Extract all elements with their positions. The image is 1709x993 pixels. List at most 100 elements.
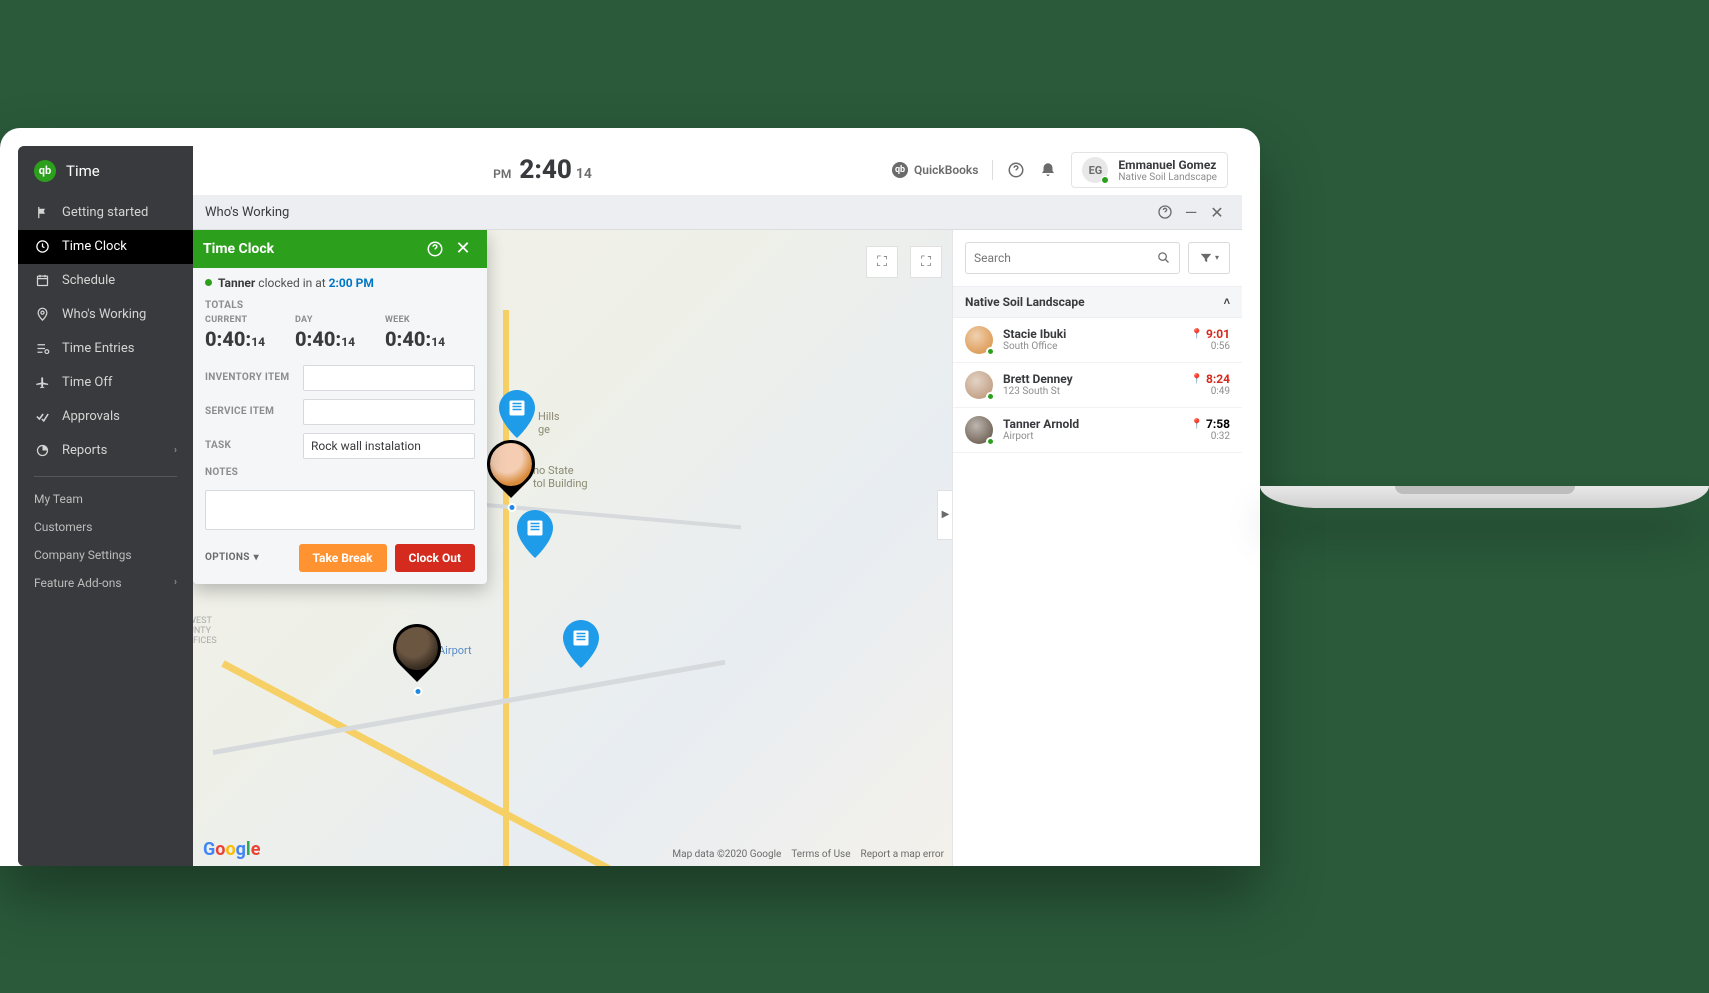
user-meta: Emmanuel Gomez Native Soil Landscape bbox=[1118, 158, 1217, 183]
group-name: Native Soil Landscape bbox=[965, 295, 1085, 309]
totals-label: TOTALS bbox=[193, 296, 487, 315]
nav-company-settings[interactable]: Company Settings bbox=[18, 541, 193, 569]
total-seconds: 14 bbox=[251, 335, 265, 349]
nav-label: Approvals bbox=[62, 409, 120, 424]
total-day: DAY0:40:14 bbox=[295, 315, 385, 351]
task-input[interactable] bbox=[303, 433, 475, 459]
worker-name: Brett Denney bbox=[1003, 372, 1181, 386]
nav-getting-started[interactable]: Getting started bbox=[18, 196, 193, 230]
total-label: CURRENT bbox=[205, 315, 295, 325]
main-nav: Getting started Time Clock Schedule Who'… bbox=[18, 196, 193, 468]
worker-location: 123 South St bbox=[1003, 386, 1181, 397]
map-decoration bbox=[221, 660, 683, 866]
take-break-button[interactable]: Take Break bbox=[299, 544, 387, 572]
total-value: 0:40: bbox=[205, 327, 251, 351]
nav-time-clock[interactable]: Time Clock bbox=[18, 230, 193, 264]
nav-label: Time Clock bbox=[62, 239, 127, 254]
worker-main: Tanner ArnoldAirport bbox=[1003, 417, 1181, 442]
card-help-icon[interactable] bbox=[421, 235, 449, 263]
notes-input[interactable] bbox=[205, 490, 475, 530]
brand-icon: qb bbox=[34, 160, 56, 182]
pie-icon bbox=[34, 443, 50, 459]
panel-minimize-icon[interactable]: — bbox=[1178, 199, 1204, 225]
service-row: SERVICE ITEM bbox=[193, 395, 487, 429]
map-fullscreen-icon[interactable]: ⛶ bbox=[866, 246, 898, 278]
quickbooks-link[interactable]: qb QuickBooks bbox=[892, 162, 978, 178]
map-label: WEST UNTY FFICES bbox=[193, 616, 217, 646]
map-data-text: Map data ©2020 Google bbox=[672, 849, 781, 860]
nav-whos-working[interactable]: Who's Working bbox=[18, 298, 193, 332]
total-current: CURRENT 0:40:14 bbox=[205, 315, 295, 351]
chevron-down-icon: ▾ bbox=[1215, 253, 1219, 262]
map-drawer-toggle[interactable]: ▶ bbox=[937, 490, 952, 540]
nav-customers[interactable]: Customers bbox=[18, 513, 193, 541]
panel-close-icon[interactable]: ✕ bbox=[1204, 199, 1230, 225]
search-input[interactable] bbox=[974, 251, 1156, 265]
total-label: DAY bbox=[295, 315, 385, 325]
nav-label: Schedule bbox=[62, 273, 115, 288]
map-report-link[interactable]: Report a map error bbox=[861, 849, 944, 860]
worker-duration: 0:49 bbox=[1191, 386, 1231, 397]
worker-group-header[interactable]: Native Soil Landscape ˄ bbox=[953, 286, 1242, 318]
help-icon[interactable] bbox=[1007, 161, 1025, 179]
nav-time-off[interactable]: Time Off bbox=[18, 366, 193, 400]
map-label: Hills ge bbox=[538, 410, 560, 436]
pin-icon bbox=[34, 307, 50, 323]
filter-button[interactable]: ▾ bbox=[1188, 242, 1230, 274]
map-attribution: Map data ©2020 Google Terms of Use Repor… bbox=[672, 849, 944, 860]
nav-my-team[interactable]: My Team bbox=[18, 485, 193, 513]
map-location-pin[interactable] bbox=[499, 390, 535, 426]
sidebar: qb Time Getting started Time Clock Sched… bbox=[18, 146, 193, 866]
clock-out-button[interactable]: Clock Out bbox=[395, 544, 476, 572]
worker-row[interactable]: Tanner ArnoldAirport📍7:580:32 bbox=[953, 408, 1242, 453]
map-layers-icon[interactable]: ⛶ bbox=[910, 246, 942, 278]
user-company: Native Soil Landscape bbox=[1118, 172, 1217, 183]
options-toggle[interactable]: OPTIONS ▾ bbox=[205, 552, 259, 563]
nav-label: Customers bbox=[34, 520, 92, 534]
list-icon bbox=[34, 341, 50, 357]
total-value: 0:40: bbox=[385, 327, 431, 351]
worker-avatar bbox=[965, 416, 993, 444]
panel-help-icon[interactable] bbox=[1152, 199, 1178, 225]
nav-approvals[interactable]: Approvals bbox=[18, 400, 193, 434]
google-logo: Google bbox=[203, 839, 260, 860]
worker-avatar bbox=[965, 371, 993, 399]
nav-schedule[interactable]: Schedule bbox=[18, 264, 193, 298]
worker-row[interactable]: Stacie IbukiSouth Office📍9:010:56 bbox=[953, 318, 1242, 363]
options-label: OPTIONS bbox=[205, 552, 250, 563]
avatar-initials: EG bbox=[1089, 164, 1103, 177]
map-location-pin[interactable] bbox=[563, 620, 599, 656]
total-seconds: 14 bbox=[431, 335, 445, 349]
total-value: 0:40: bbox=[295, 327, 341, 351]
inventory-row: INVENTORY ITEM bbox=[193, 361, 487, 395]
nav-time-entries[interactable]: Time Entries bbox=[18, 332, 193, 366]
nav-label: Time Off bbox=[62, 375, 112, 390]
panel-tools: ▾ bbox=[953, 230, 1242, 286]
map[interactable]: Hills ge ho State tol Building Airport W… bbox=[193, 230, 952, 866]
nav-feature-addons[interactable]: Feature Add-ons› bbox=[18, 569, 193, 597]
user-avatar: EG bbox=[1082, 157, 1108, 183]
status-dot bbox=[205, 279, 212, 286]
nav-reports[interactable]: Reports › bbox=[18, 434, 193, 468]
worker-row[interactable]: Brett Denney123 South St📍8:240:49 bbox=[953, 363, 1242, 408]
laptop-base bbox=[1260, 486, 1709, 508]
bell-icon[interactable] bbox=[1039, 161, 1057, 179]
workspace: Who's Working — ✕ Hills ge ho State tol … bbox=[193, 196, 1242, 866]
user-menu[interactable]: EG Emmanuel Gomez Native Soil Landscape bbox=[1071, 152, 1228, 188]
map-terms-link[interactable]: Terms of Use bbox=[791, 849, 850, 860]
card-close-icon[interactable]: ✕ bbox=[449, 235, 477, 263]
avatar bbox=[396, 626, 438, 670]
plane-icon bbox=[34, 375, 50, 391]
service-input[interactable] bbox=[303, 399, 475, 425]
time-hhmm: 2:40 bbox=[519, 155, 572, 185]
inventory-input[interactable] bbox=[303, 365, 475, 391]
map-location-pin[interactable] bbox=[517, 510, 553, 546]
time-ampm: PM bbox=[493, 167, 511, 181]
gps-dot bbox=[508, 503, 517, 512]
map-person-pin[interactable] bbox=[393, 624, 443, 686]
map-person-pin[interactable] bbox=[487, 440, 537, 502]
panel-title: Who's Working bbox=[205, 205, 289, 220]
search-box[interactable] bbox=[965, 242, 1180, 274]
worker-start-time: 📍7:58 bbox=[1191, 417, 1231, 431]
clock-status: Tanner clocked in at 2:00 PM bbox=[193, 268, 487, 296]
